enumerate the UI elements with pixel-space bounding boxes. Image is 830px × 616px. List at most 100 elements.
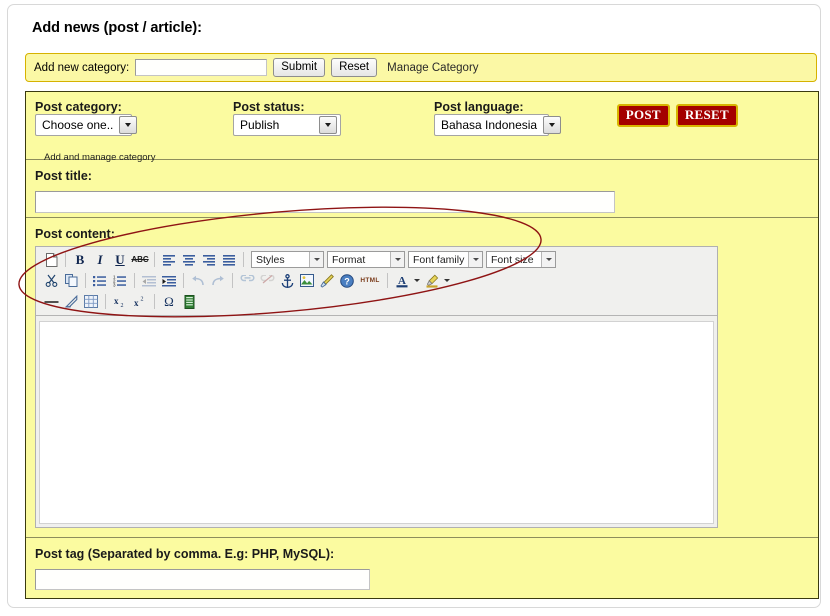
post-actions: POST RESET [616, 104, 738, 127]
font-size-dropdown-value: Font size [491, 253, 534, 266]
anchor-icon[interactable] [277, 271, 297, 290]
text-color-icon[interactable]: A [392, 271, 412, 290]
outdent-icon[interactable] [139, 271, 159, 290]
superscript-icon[interactable]: x2 [130, 292, 150, 311]
post-language-select[interactable]: Bahasa Indonesia [434, 114, 562, 136]
toolbar-separator [387, 273, 388, 288]
toggle-guidelines-icon[interactable] [81, 292, 101, 311]
styles-dropdown-value: Styles [256, 253, 285, 266]
chevron-down-icon [468, 252, 482, 267]
styles-dropdown[interactable]: Styles [251, 251, 324, 268]
post-content-editor-body[interactable] [39, 321, 714, 524]
post-content-editor: B I U ABC Styles Format Font family Font… [35, 246, 718, 528]
special-character-label: Ω [164, 293, 174, 309]
svg-text:2: 2 [141, 297, 144, 303]
link-icon[interactable] [237, 271, 257, 290]
post-title-input[interactable] [35, 191, 615, 213]
unlink-icon[interactable] [257, 271, 277, 290]
background-color-icon[interactable] [422, 271, 442, 290]
format-dropdown-value: Format [332, 253, 366, 266]
strikethrough-icon[interactable]: ABC [130, 250, 150, 269]
font-family-dropdown[interactable]: Font family [408, 251, 483, 268]
toolbar-separator [154, 252, 155, 267]
new-category-input[interactable] [135, 59, 268, 76]
chevron-down-icon [319, 116, 337, 134]
toolbar-separator [232, 273, 233, 288]
html-source-icon[interactable]: HTML [357, 271, 383, 290]
align-left-icon[interactable] [159, 250, 179, 269]
page-container: Add news (post / article): Add new categ… [7, 4, 821, 608]
svg-text:3: 3 [113, 282, 116, 286]
post-category-field: Post category: Choose one.. Add and mana… [35, 100, 155, 163]
manage-category-link[interactable]: Manage Category [387, 62, 478, 74]
horizontal-rule-icon[interactable] [41, 292, 61, 311]
html-source-label: HTML [360, 277, 380, 284]
insert-image-icon[interactable] [297, 271, 317, 290]
subscript-icon[interactable]: x2 [110, 292, 130, 311]
post-meta-row: Post category: Choose one.. Add and mana… [26, 92, 818, 163]
numbered-list-icon[interactable]: 123 [110, 271, 130, 290]
toolbar-separator [243, 252, 244, 267]
toolbar-separator [65, 252, 66, 267]
post-content-label: Post content: [35, 227, 115, 241]
underline-icon[interactable]: U [110, 250, 130, 269]
toolbar-separator [183, 273, 184, 288]
chevron-down-icon [543, 116, 562, 134]
add-new-category-label: Add new category: [34, 61, 130, 74]
editor-toolbar-row-3: x2 x2 Ω [38, 291, 715, 312]
post-language-value: Bahasa Indonesia [441, 118, 538, 132]
add-new-category-strip: Add new category: Submit Reset Manage Ca… [25, 53, 817, 82]
svg-text:x: x [134, 298, 139, 308]
bold-icon[interactable]: B [70, 250, 90, 269]
font-family-dropdown-value: Font family [413, 253, 465, 266]
format-dropdown[interactable]: Format [327, 251, 405, 268]
align-justify-icon[interactable] [219, 250, 239, 269]
cleanup-icon[interactable] [317, 271, 337, 290]
chevron-down-icon [390, 252, 404, 267]
post-language-label: Post language: [434, 100, 524, 114]
post-tag-label: Post tag (Separated by comma. E.g: PHP, … [35, 547, 335, 561]
svg-text:2: 2 [121, 303, 124, 308]
chevron-down-icon [309, 252, 323, 267]
editor-toolbar-row-1: B I U ABC Styles Format Font family Font… [38, 249, 715, 270]
post-status-field: Post status: Publish [233, 100, 341, 136]
font-size-dropdown[interactable]: Font size [486, 251, 556, 268]
italic-icon[interactable]: I [90, 250, 110, 269]
post-status-value: Publish [240, 118, 280, 132]
remove-format-icon[interactable] [61, 292, 81, 311]
special-character-icon[interactable]: Ω [159, 292, 179, 311]
reset-button[interactable]: RESET [675, 104, 738, 127]
toolbar-separator [105, 294, 106, 309]
post-status-label: Post status: [233, 100, 305, 114]
post-content-editor-toolbar: B I U ABC Styles Format Font family Font… [36, 247, 717, 316]
undo-icon[interactable] [188, 271, 208, 290]
category-submit-button[interactable]: Submit [273, 58, 326, 77]
insert-media-icon[interactable] [179, 292, 199, 311]
category-reset-button[interactable]: Reset [331, 58, 378, 77]
background-color-dropdown-icon[interactable] [442, 271, 452, 290]
svg-text:x: x [114, 296, 119, 306]
editor-toolbar-row-2: 123 ? HTML A [38, 270, 715, 291]
redo-icon[interactable] [208, 271, 228, 290]
page-title: Add news (post / article): [32, 20, 202, 36]
indent-icon[interactable] [159, 271, 179, 290]
align-center-icon[interactable] [179, 250, 199, 269]
post-status-select[interactable]: Publish [233, 114, 341, 136]
post-title-label: Post title: [35, 169, 92, 183]
bullet-list-icon[interactable] [90, 271, 110, 290]
chevron-down-icon [541, 252, 555, 267]
post-title-row: Post title: [26, 160, 818, 218]
new-document-icon[interactable] [41, 250, 61, 269]
align-right-icon[interactable] [199, 250, 219, 269]
post-button[interactable]: POST [616, 104, 670, 127]
post-category-label: Post category: [35, 100, 122, 114]
post-form-panel: Post category: Choose one.. Add and mana… [25, 91, 819, 599]
help-icon[interactable]: ? [337, 271, 357, 290]
post-category-select[interactable]: Choose one.. [35, 114, 138, 136]
post-tag-input[interactable] [35, 569, 370, 590]
text-color-dropdown-icon[interactable] [412, 271, 422, 290]
toolbar-separator [85, 273, 86, 288]
toolbar-separator [134, 273, 135, 288]
cut-icon[interactable] [41, 271, 61, 290]
copy-icon[interactable] [61, 271, 81, 290]
